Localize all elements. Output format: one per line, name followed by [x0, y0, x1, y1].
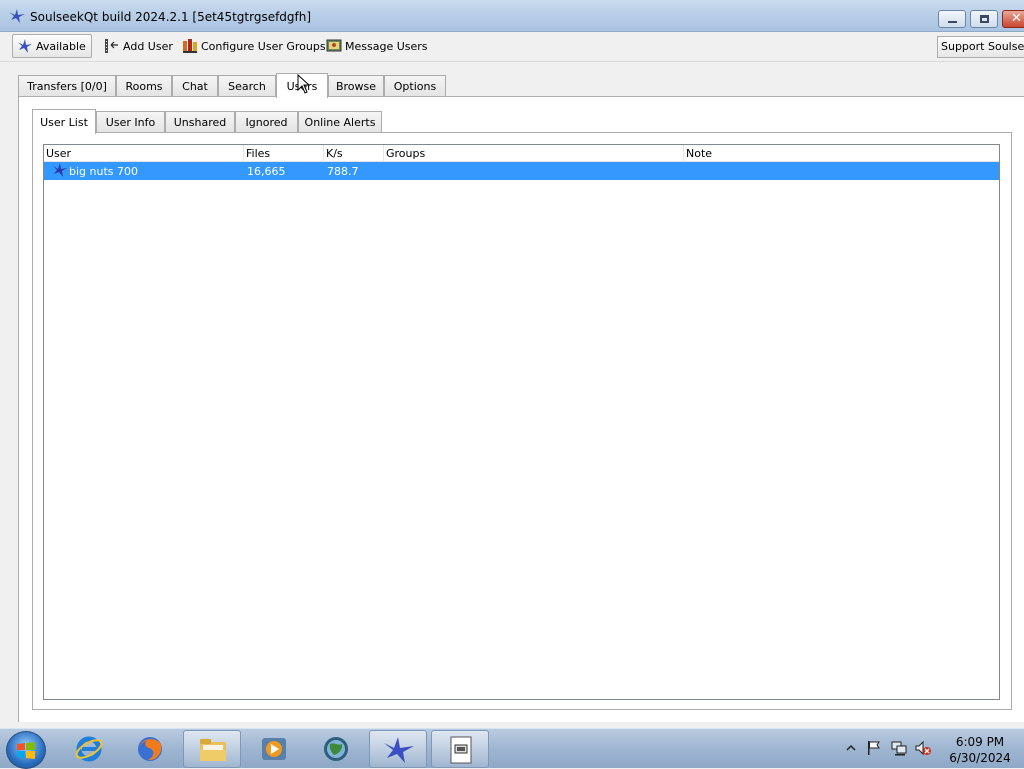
- table-header: User Files K/s Groups Note: [44, 145, 999, 162]
- network-globe-icon: [324, 737, 348, 761]
- soulseek-bird-icon: [18, 39, 32, 53]
- tab-user-list[interactable]: User List: [32, 109, 96, 134]
- tab-chat[interactable]: Chat: [172, 75, 218, 97]
- tab-rooms[interactable]: Rooms: [116, 75, 172, 97]
- system-tray: 6:09 PM 6/30/2024: [840, 729, 1024, 769]
- show-hidden-icons-icon[interactable]: [846, 743, 856, 753]
- message-users-button[interactable]: Message Users: [322, 34, 432, 58]
- table-row[interactable]: big nuts 700 16,665 788.7: [44, 162, 999, 180]
- taskbar-soulseek[interactable]: [369, 730, 427, 768]
- maximize-icon: [980, 15, 989, 23]
- window-title: SoulseekQt build 2024.2.1 [5et45tgtrgsef…: [30, 10, 312, 24]
- title-bar[interactable]: SoulseekQt build 2024.2.1 [5et45tgtrgsef…: [0, 0, 1024, 32]
- tab-online-alerts[interactable]: Online Alerts: [298, 111, 382, 133]
- taskbar-network-globe[interactable]: [307, 730, 365, 768]
- mouse-cursor-icon: [297, 74, 311, 94]
- column-header-user[interactable]: User: [44, 145, 244, 162]
- clock-date[interactable]: 6/30/2024: [944, 751, 1016, 765]
- document-icon: [450, 736, 472, 764]
- taskbar-media-player[interactable]: [245, 730, 303, 768]
- column-header-kbps[interactable]: K/s: [324, 145, 384, 162]
- tab-unshared[interactable]: Unshared: [165, 111, 235, 133]
- soulseek-bird-icon: [9, 9, 25, 23]
- file-explorer-icon: [200, 739, 226, 761]
- clock-time[interactable]: 6:09 PM: [950, 735, 1010, 749]
- start-button[interactable]: [6, 731, 46, 769]
- action-center-flag-icon[interactable]: [866, 740, 882, 756]
- tab-ignored[interactable]: Ignored: [235, 111, 298, 133]
- message-users-label: Message Users: [345, 39, 428, 53]
- volume-muted-icon[interactable]: [914, 740, 932, 756]
- support-soulseek-button[interactable]: Support Soulseek: [937, 36, 1024, 58]
- tab-transfers[interactable]: Transfers [0/0]: [18, 75, 116, 97]
- cell-kbps: 788.7: [327, 165, 359, 178]
- taskbar-internet-explorer[interactable]: [60, 730, 118, 768]
- taskbar: 6:09 PM 6/30/2024: [0, 728, 1024, 769]
- tab-browse[interactable]: Browse: [328, 75, 384, 97]
- network-icon[interactable]: [890, 740, 908, 756]
- configure-user-groups-button[interactable]: Configure User Groups: [178, 34, 330, 58]
- maximize-button[interactable]: [970, 10, 998, 28]
- available-status-button[interactable]: Available: [12, 34, 92, 58]
- media-player-icon: [262, 738, 286, 760]
- cell-files: 16,665: [247, 165, 286, 178]
- soulseek-window: SoulseekQt build 2024.2.1 [5et45tgtrgsef…: [0, 0, 1024, 728]
- close-icon: ✕: [1011, 11, 1022, 26]
- minimize-icon: [948, 21, 957, 23]
- taskbar-firefox[interactable]: [121, 730, 179, 768]
- available-label: Available: [36, 39, 86, 53]
- toolbar: Available Add User Configure User Groups: [0, 32, 1024, 62]
- soulseek-bird-icon: [53, 163, 67, 177]
- configure-groups-label: Configure User Groups: [201, 39, 326, 53]
- message-users-icon: [326, 39, 342, 52]
- column-header-groups[interactable]: Groups: [384, 145, 684, 162]
- windows-logo-icon: [17, 742, 35, 759]
- taskbar-file-explorer[interactable]: [183, 730, 241, 768]
- cell-user: big nuts 700: [69, 165, 138, 178]
- tab-user-info[interactable]: User Info: [96, 111, 165, 133]
- close-button[interactable]: ✕: [1002, 10, 1024, 28]
- internet-explorer-icon: [75, 736, 103, 762]
- column-header-note[interactable]: Note: [684, 145, 999, 162]
- tab-options[interactable]: Options: [384, 75, 446, 97]
- soulseek-icon: [384, 737, 414, 763]
- user-groups-icon: [183, 39, 197, 53]
- tab-search[interactable]: Search: [218, 75, 276, 97]
- user-list-table[interactable]: User Files K/s Groups Note big nuts 700 …: [43, 144, 1000, 700]
- taskbar-document[interactable]: [431, 730, 489, 768]
- add-user-icon: [105, 39, 118, 53]
- column-header-files[interactable]: Files: [244, 145, 324, 162]
- add-user-button[interactable]: Add User: [98, 34, 177, 58]
- firefox-icon: [138, 737, 162, 761]
- add-user-label: Add User: [123, 39, 173, 53]
- minimize-button[interactable]: [938, 10, 966, 28]
